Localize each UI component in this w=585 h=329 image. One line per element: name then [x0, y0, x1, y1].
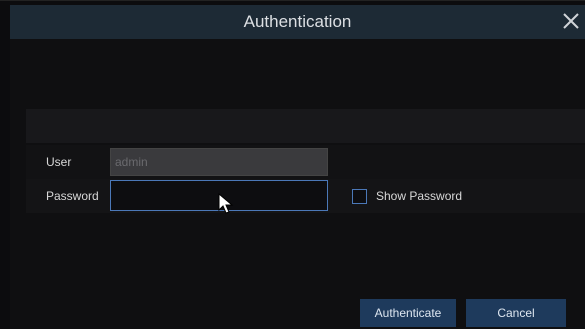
password-label: Password [46, 189, 99, 203]
cancel-button[interactable]: Cancel [466, 299, 566, 327]
dialog-titlebar: Authentication [10, 5, 585, 39]
authentication-dialog: Authentication User admin Password Show … [0, 0, 585, 329]
password-row: Password Show Password [26, 179, 585, 213]
user-label: User [46, 155, 72, 169]
show-password-checkbox[interactable] [352, 189, 367, 204]
mouse-pointer-icon [218, 192, 234, 215]
user-row: User admin [26, 145, 585, 179]
show-password-label[interactable]: Show Password [376, 179, 462, 213]
close-icon[interactable] [559, 9, 583, 33]
user-field: admin [110, 148, 328, 176]
dialog-body: User admin Password Show Password [10, 39, 585, 329]
dialog-title: Authentication [243, 12, 352, 31]
header-band [26, 109, 585, 143]
authenticate-button[interactable]: Authenticate [360, 299, 456, 327]
